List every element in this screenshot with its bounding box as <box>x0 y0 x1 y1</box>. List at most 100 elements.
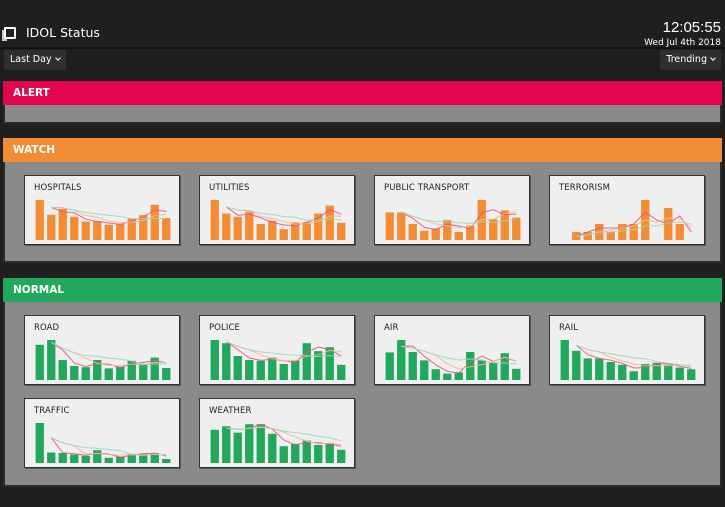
bar <box>104 368 113 380</box>
bar <box>58 208 67 240</box>
bar <box>222 426 231 463</box>
bar <box>233 216 242 240</box>
bar <box>325 347 334 380</box>
status-card-terrorism[interactable]: TERRORISM <box>549 175 705 245</box>
bar <box>291 360 300 380</box>
sparkline-chart <box>572 200 692 240</box>
bar <box>572 350 581 380</box>
sparkline-chart <box>385 340 521 380</box>
card-title: AIR <box>384 323 399 333</box>
watch-section-header: WATCH <box>3 138 722 162</box>
card-title: WEATHER <box>209 406 252 416</box>
alert-section-header: ALERT <box>3 81 722 105</box>
status-card-air[interactable]: AIR <box>374 315 530 385</box>
bar <box>454 372 463 380</box>
status-card-police[interactable]: POLICE <box>199 315 355 385</box>
bar <box>675 367 684 380</box>
bar <box>47 340 56 380</box>
status-card-road[interactable]: ROAD <box>24 315 180 385</box>
bar <box>139 364 148 380</box>
bar <box>606 362 615 380</box>
bar <box>512 368 521 380</box>
bar <box>302 440 311 463</box>
bar <box>162 368 171 380</box>
view-mode-dropdown[interactable]: Trending <box>660 50 721 70</box>
bar <box>116 224 125 240</box>
status-card-hospitals[interactable]: HOSPITALS <box>24 175 180 245</box>
trend-line-long <box>401 345 517 365</box>
bar <box>268 433 277 463</box>
bar <box>93 221 102 240</box>
bar <box>256 224 265 240</box>
bar <box>268 357 277 380</box>
bar <box>58 453 67 463</box>
status-card-utilities[interactable]: UTILITIES <box>199 175 355 245</box>
bar <box>629 371 638 380</box>
bar <box>397 212 406 240</box>
card-title: TERRORISM <box>559 183 611 193</box>
window-icon <box>2 27 16 41</box>
bar <box>606 232 615 240</box>
bar <box>314 445 323 463</box>
bar <box>162 459 171 463</box>
clock-time: 12:05:55 <box>662 19 721 36</box>
bar <box>245 424 254 463</box>
bar <box>70 366 79 380</box>
trend-line-mid <box>226 206 342 225</box>
trend-line-mid <box>226 426 342 446</box>
normal-section-body: ROAD POLICE AIR RAIL TRAFFIC WEATHER <box>3 302 722 487</box>
bar <box>489 362 498 380</box>
bar <box>162 218 171 240</box>
bar <box>279 364 288 380</box>
status-card-public-transport[interactable]: PUBLIC TRANSPORT <box>374 175 530 245</box>
view-mode-label: Trending <box>666 54 707 65</box>
bar <box>477 360 486 380</box>
bar <box>408 224 417 240</box>
bar <box>385 352 394 380</box>
top-bar: IDOL Status 12:05:55 Wed Jul 4th 2018 <box>0 0 725 49</box>
bar <box>664 364 673 380</box>
status-card-traffic[interactable]: TRAFFIC <box>24 398 180 468</box>
sparkline-chart <box>35 200 171 240</box>
sparkline-chart <box>385 200 521 240</box>
sparkline-chart <box>210 340 346 380</box>
trend-line-mid <box>226 341 342 362</box>
bar <box>81 367 90 380</box>
bar <box>431 369 440 380</box>
bar <box>279 229 288 240</box>
app-title: IDOL Status <box>26 25 100 40</box>
bar <box>70 454 79 463</box>
bar <box>291 443 300 463</box>
bar <box>268 220 277 240</box>
card-title: PUBLIC TRANSPORT <box>384 183 470 193</box>
bar <box>47 452 56 463</box>
trend-line-short <box>226 341 342 363</box>
bar <box>443 373 452 380</box>
bar <box>256 360 265 380</box>
bar <box>70 216 79 240</box>
bar <box>104 457 113 463</box>
bar <box>302 343 311 380</box>
bar <box>420 360 429 380</box>
trend-line-mid <box>51 437 167 456</box>
bar <box>302 222 311 240</box>
bar <box>210 429 219 463</box>
sparkline-chart <box>210 423 346 463</box>
status-card-weather[interactable]: WEATHER <box>199 398 355 468</box>
status-card-rail[interactable]: RAIL <box>549 315 705 385</box>
bar <box>104 224 113 240</box>
bar <box>687 369 696 380</box>
bar <box>245 211 254 240</box>
chevron-down-icon <box>54 55 61 61</box>
time-range-dropdown[interactable]: Last Day <box>4 50 66 70</box>
trend-line-mid <box>576 344 692 367</box>
bar <box>222 213 231 240</box>
bar <box>337 364 346 380</box>
bar <box>93 450 102 463</box>
normal-section: NORMAL ROAD POLICE AIR RAIL TRAFFIC WEATHER <box>3 278 722 487</box>
bar <box>618 224 627 240</box>
card-title: POLICE <box>209 323 240 333</box>
trend-line-long <box>576 344 692 367</box>
bar <box>675 224 684 240</box>
card-title: HOSPITALS <box>34 183 82 193</box>
